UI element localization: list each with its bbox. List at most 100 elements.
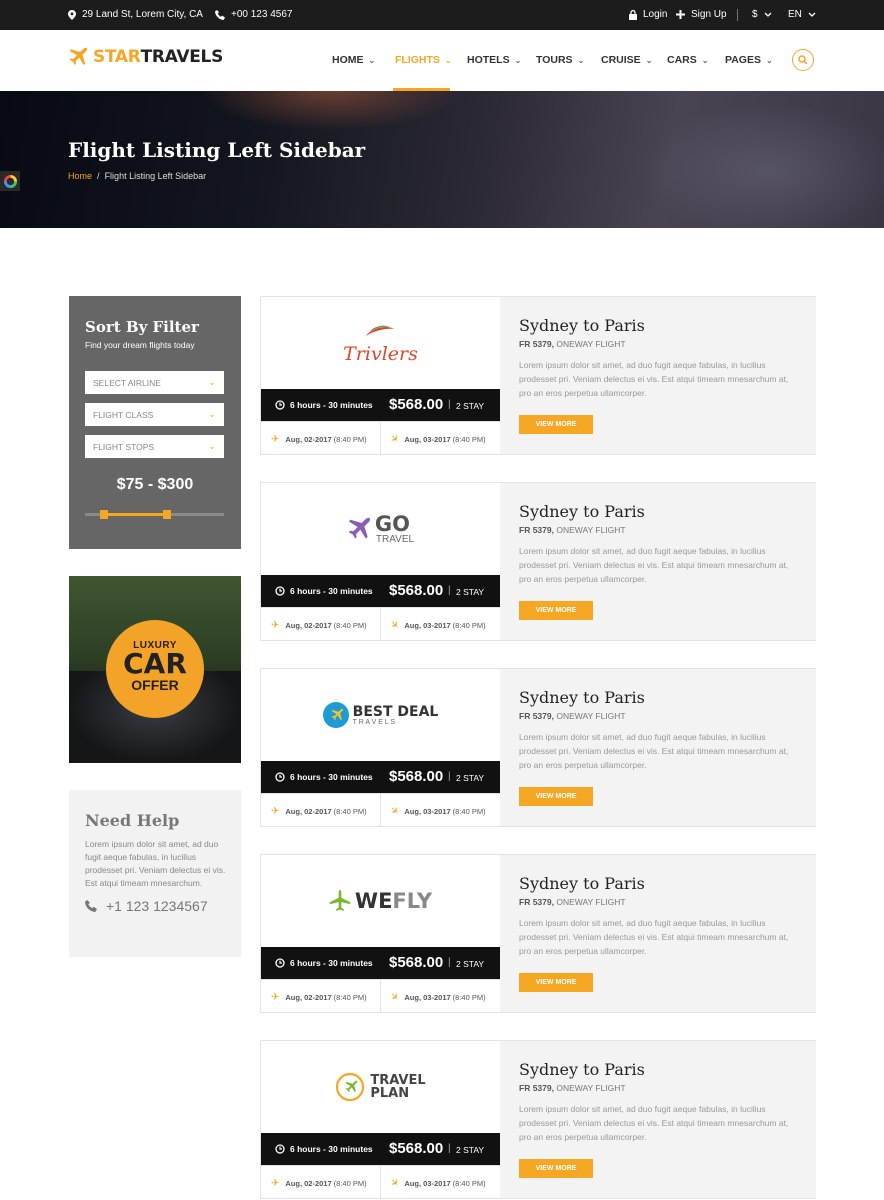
arrival-date: ✈ Aug, 03-2017 (8:40 PM) [387,805,486,819]
price-max-handle[interactable] [163,510,171,519]
search-button[interactable] [792,49,814,71]
price-range-fill [104,513,167,516]
airline-select[interactable]: SELECT AIRLINE ⌄ [85,371,224,394]
departure-date-text: Aug, 02-2017 [285,621,332,630]
nav-tours-label: TOURS [536,54,573,66]
airline-logo-subtext: PLAN [370,1086,410,1101]
color-wheel-icon [3,174,17,188]
price-range-slider[interactable] [85,510,224,519]
nav-tours[interactable]: TOURS ⌄ [536,54,584,66]
nav-home-label: HOME [332,54,364,66]
view-more-button[interactable]: VIEW MORE [519,1159,593,1178]
filter-subtitle: Find your dream flights today [85,340,195,350]
nav-pages-label: PAGES [725,54,761,66]
breadcrumb-home[interactable]: Home [68,171,92,181]
flight-type: ONEWAY FLIGHT [553,339,626,349]
price-divider: | [448,399,451,410]
flight-code: FR 5379, ONEWAY FLIGHT [519,711,626,721]
search-icon [798,55,808,65]
clock-icon [275,400,285,410]
flight-info: Sydney to Paris FR 5379, ONEWAY FLIGHT L… [500,669,816,826]
main-header: STAR TRAVELS HOME ⌄ FLIGHTS ⌄ HOTELS ⌄ TOUR… [0,30,884,91]
help-phone[interactable]: +1 123 1234567 [85,898,208,914]
flight-description: Lorem ipsum dolor sit amet, ad duo fugit… [519,1104,789,1142]
nav-cars[interactable]: CARS ⌄ [667,54,708,66]
takeoff-icon: ✈ [271,434,280,445]
nav-hotels[interactable]: HOTELS ⌄ [467,54,521,66]
view-more-button[interactable]: VIEW MORE [519,973,593,992]
departure-time-text: (8:40 PM) [333,993,367,1002]
nav-home[interactable]: HOME ⌄ [332,54,375,66]
brand-part2: TRAVELS [140,47,224,67]
flight-class-select[interactable]: FLIGHT CLASS ⌄ [85,403,224,426]
flight-duration: 6 hours - 30 minutes [275,586,373,596]
currency-dropdown[interactable]: $ [752,9,772,20]
view-more-button[interactable]: VIEW MORE [519,787,593,806]
flight-route[interactable]: Sydney to Paris [519,316,645,335]
phone-info: +00 123 4567 [215,9,292,20]
nav-pages[interactable]: PAGES ⌄ [725,54,773,66]
offer-line3: OFFER [131,677,179,693]
flight-route[interactable]: Sydney to Paris [519,874,645,893]
flight-code: FR 5379, ONEWAY FLIGHT [519,1083,626,1093]
nav-cruise[interactable]: CRUISE ⌄ [601,54,652,66]
flight-duration-text: 6 hours - 30 minutes [290,400,373,410]
color-switcher-button[interactable] [0,171,20,191]
signup-link[interactable]: Sign Up [676,9,727,20]
price-min-handle[interactable] [100,510,108,519]
flight-route[interactable]: Sydney to Paris [519,1060,645,1079]
dates-divider [380,980,381,1013]
car-offer-banner[interactable]: LUXURY CAR OFFER [69,576,241,763]
view-more-button[interactable]: VIEW MORE [519,415,593,434]
flight-stops-select[interactable]: FLIGHT STOPS ⌄ [85,435,224,458]
airline-logo: TRAVEL PLAN [261,1041,500,1133]
flight-stay: 2 STAY [456,773,485,783]
flight-price: $568.00 [389,768,444,785]
chevron-down-icon: ⌄ [645,55,653,65]
address-info: 29 Land St, Lorem City, CA [68,9,203,20]
help-phone-number[interactable]: +1 123 1234567 [106,898,208,914]
flight-summary-bar: 6 hours - 30 minutes $568.00 | 2 STAY [261,947,500,979]
signup-label[interactable]: Sign Up [691,9,727,20]
arrival-date-text: Aug, 03-2017 [404,435,451,444]
brand-logo[interactable]: STAR TRAVELS [68,47,223,67]
chevron-down-icon: ⌄ [368,55,376,65]
topbar-divider [737,9,738,21]
view-more-button[interactable]: VIEW MORE [519,601,593,620]
departure-date: ✈ Aug, 02-2017 (8:40 PM) [271,806,367,817]
price-divider: | [448,957,451,968]
breadcrumb: Home / Flight Listing Left Sidebar [68,171,206,181]
currency-label: $ [752,9,758,20]
airplane-circle-icon [322,702,349,728]
flight-type: ONEWAY FLIGHT [553,1083,626,1093]
flight-code: FR 5379, ONEWAY FLIGHT [519,339,626,349]
login-label[interactable]: Login [643,9,667,20]
flight-price: $568.00 [389,954,444,971]
dates-divider [380,794,381,827]
flight-route[interactable]: Sydney to Paris [519,502,645,521]
airline-logo-subtext: FLY [392,889,433,913]
flight-info: Sydney to Paris FR 5379, ONEWAY FLIGHT L… [500,483,816,640]
breadcrumb-current: Flight Listing Left Sidebar [104,171,207,181]
offer-badge: LUXURY CAR OFFER [106,620,204,718]
clock-icon [275,1144,285,1154]
flight-price: $568.00 [389,396,444,413]
flight-stay: 2 STAY [456,1145,485,1155]
flight-summary-bar: 6 hours - 30 minutes $568.00 | 2 STAY [261,761,500,793]
nav-flights[interactable]: FLIGHTS ⌄ [395,54,452,66]
flight-dates: ✈ Aug, 02-2017 (8:40 PM) ✈ Aug, 03-2017 (8:4… [261,607,500,641]
departure-time-text: (8:40 PM) [333,621,367,630]
login-link[interactable]: Login [629,9,667,20]
flight-duration-text: 6 hours - 30 minutes [290,1144,373,1154]
departure-date-text: Aug, 02-2017 [285,807,332,816]
flight-route[interactable]: Sydney to Paris [519,688,645,707]
dates-divider [380,1166,381,1199]
departure-date: ✈ Aug, 02-2017 (8:40 PM) [271,1178,367,1189]
airline-select-value: SELECT AIRLINE [93,378,161,388]
nav-hotels-label: HOTELS [467,54,510,66]
airline-logo: WE FLY [261,855,500,947]
language-dropdown[interactable]: EN [788,9,816,20]
departure-date: ✈ Aug, 02-2017 (8:40 PM) [271,992,367,1003]
arrival-time-text: (8:40 PM) [452,807,486,816]
landing-icon: ✈ [387,618,402,633]
